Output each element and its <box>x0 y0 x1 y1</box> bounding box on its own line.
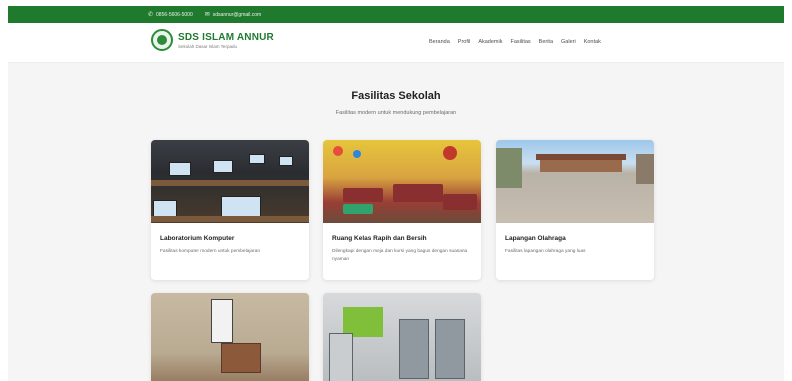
facility-card-room[interactable] <box>151 293 309 381</box>
site-header: SDS ISLAM ANNUR Sekolah Dasar Islam Terp… <box>8 23 784 63</box>
contact-email[interactable]: ✉ sdsannur@gmail.com <box>204 11 262 19</box>
facility-photo <box>323 140 481 223</box>
section-title: Fasilitas Sekolah <box>351 90 441 102</box>
brand-tagline: Sekolah Dasar Islam Terpadu <box>178 43 237 49</box>
facility-desc: Fasilitas lapangan olahraga yang luas <box>505 249 586 254</box>
browser-page: ✆ 0856-5606-5000 ✉ sdsannur@gmail.com SD… <box>8 6 784 381</box>
phone-icon: ✆ <box>148 12 154 18</box>
mail-icon: ✉ <box>204 12 210 18</box>
brand-name: SDS ISLAM ANNUR <box>178 31 274 43</box>
facility-photo <box>323 293 481 381</box>
nav-kontak[interactable]: Kontak <box>584 39 601 45</box>
facility-desc: Fasilitas komputer modern untuk pembelaj… <box>160 249 260 254</box>
nav-akademik[interactable]: Akademik <box>478 39 502 45</box>
nav-fasilitas[interactable]: Fasilitas <box>510 39 530 45</box>
facility-title: Lapangan Olahraga <box>505 235 566 242</box>
nav-profil[interactable]: Profil <box>458 39 471 45</box>
facility-desc: Dilengkapi dengan meja dan kursi yang ba… <box>332 249 468 262</box>
facility-title: Laboratorium Komputer <box>160 235 235 242</box>
contact-phone[interactable]: ✆ 0856-5606-5000 <box>148 11 193 19</box>
facility-photo <box>151 293 309 381</box>
facility-card-computer-lab[interactable]: Laboratorium Komputer Fasilitas komputer… <box>151 140 309 280</box>
facility-card-classroom[interactable]: Ruang Kelas Rapih dan Bersih Dilengkapi … <box>323 140 481 280</box>
email-text: sdsannur@gmail.com <box>212 11 262 18</box>
school-logo-icon <box>151 29 173 51</box>
phone-text: 0856-5606-5000 <box>156 11 193 18</box>
section-subtitle: Fasilitas modern untuk mendukung pembela… <box>335 110 457 116</box>
nav-galeri[interactable]: Galeri <box>561 39 576 45</box>
nav-berita[interactable]: Berita <box>539 39 553 45</box>
nav-beranda[interactable]: Beranda <box>429 39 450 45</box>
facility-photo <box>496 140 654 223</box>
facility-card-sports-field[interactable]: Lapangan Olahraga Fasilitas lapangan ola… <box>496 140 654 280</box>
main-nav: Beranda Profil Akademik Fasilitas Berita… <box>429 39 601 45</box>
facility-card-restroom[interactable] <box>323 293 481 381</box>
top-contact-bar: ✆ 0856-5606-5000 ✉ sdsannur@gmail.com <box>8 6 784 23</box>
brand[interactable]: SDS ISLAM ANNUR Sekolah Dasar Islam Terp… <box>151 29 274 51</box>
facility-photo <box>151 140 309 223</box>
facility-title: Ruang Kelas Rapih dan Bersih <box>332 235 427 242</box>
